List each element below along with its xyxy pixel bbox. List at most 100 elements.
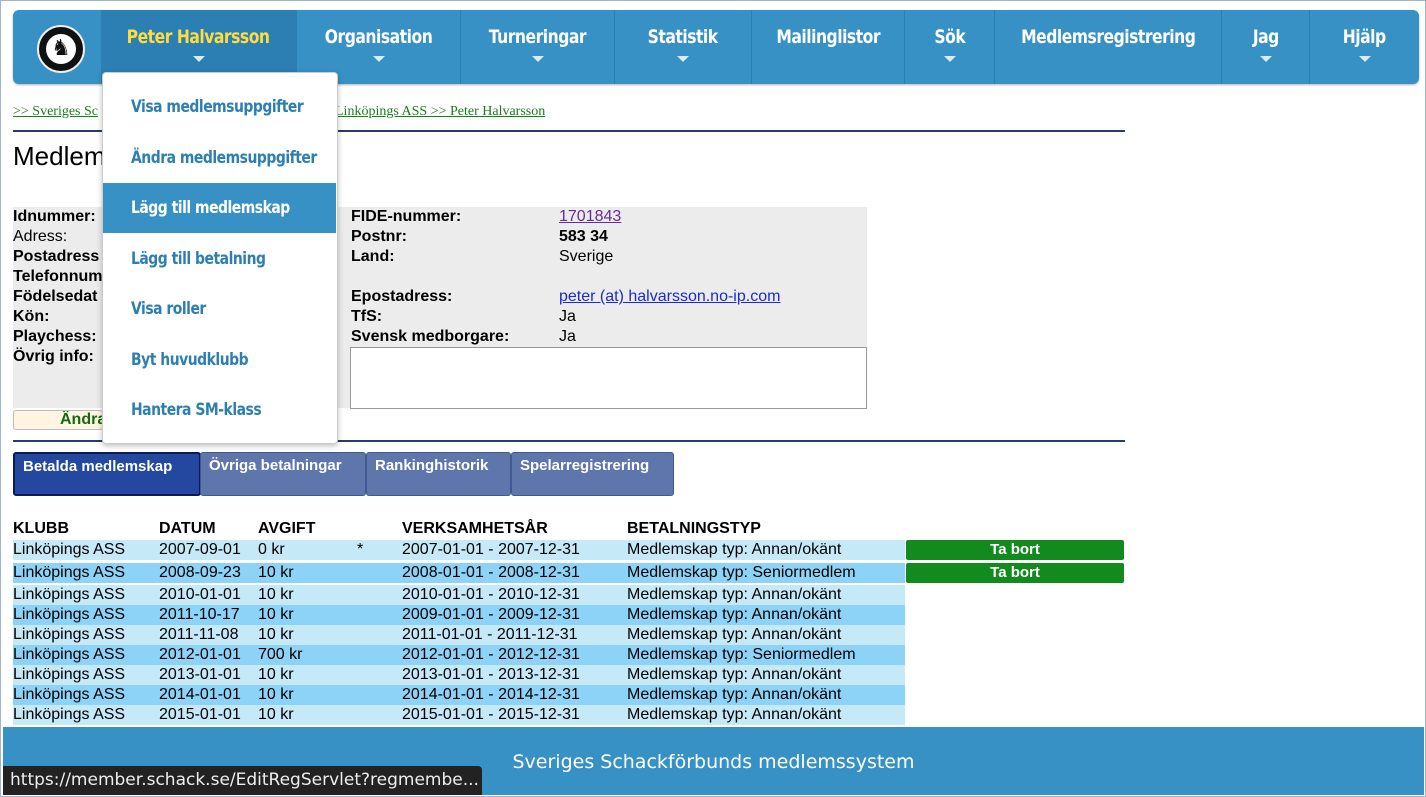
table-row: Linköpings ASS 2013-01-01 10 kr 2013-01-01 … xyxy=(13,665,905,685)
land-label: Land: xyxy=(351,248,395,265)
cell-ar: 2015-01-01 - 2015-12-31 xyxy=(402,706,580,723)
cell-typ: Medlemskap typ: Annan/okänt xyxy=(627,686,842,703)
member-field-label: Telefonnum xyxy=(13,268,103,285)
nav-item-label: Hjälp xyxy=(1343,26,1386,48)
nav-item-4[interactable]: Statistik xyxy=(614,10,751,84)
tab-4[interactable]: Spelarregistrering xyxy=(511,452,674,496)
nav-item-label: Statistik xyxy=(648,26,718,48)
nav-item-label: Jag xyxy=(1252,26,1279,48)
chess-federation-logo[interactable]: ♞ xyxy=(37,25,85,73)
dropdown-item-2[interactable]: Ändra medlemsuppgifter xyxy=(103,133,336,183)
table-row: Linköpings ASS 2014-01-01 10 kr 2014-01-01 … xyxy=(13,685,905,705)
table-row: Linköpings ASS 2011-10-17 10 kr 2009-01-01 … xyxy=(13,605,905,625)
table-row: Linköpings ASS 2008-09-23 10 kr 2008-01-01 … xyxy=(13,563,905,583)
cell-klubb: Linköpings ASS xyxy=(13,686,126,703)
cell-datum: 2015-01-01 xyxy=(159,706,241,723)
browser-status-bar: https://member.schack.se/EditRegServlet?… xyxy=(3,766,482,795)
tab-3[interactable]: Rankinghistorik xyxy=(366,452,511,496)
chevron-down-icon xyxy=(677,56,689,62)
member-field-label: Födelsedat xyxy=(13,288,98,305)
cell-typ: Medlemskap typ: Annan/okänt xyxy=(627,706,842,723)
nav-item-9[interactable]: Hjälp xyxy=(1309,10,1419,84)
chevron-down-icon xyxy=(192,56,205,62)
nav-item-3[interactable]: Turneringar xyxy=(460,10,614,84)
fide-link[interactable]: 1701843 xyxy=(559,208,621,226)
tab-1[interactable]: Betalda medlemskap xyxy=(13,452,201,496)
other-info-textarea[interactable] xyxy=(350,347,867,409)
cell-avgift: 700 kr xyxy=(258,646,303,663)
citizen-value: Ja xyxy=(559,328,576,345)
cell-avgift: 10 kr xyxy=(258,666,294,683)
postnr-value: 583 34 xyxy=(559,228,608,245)
cell-ar: 2012-01-01 - 2012-12-31 xyxy=(402,646,580,663)
cell-avgift: 10 kr xyxy=(258,564,294,581)
cell-datum: 2011-10-17 xyxy=(159,606,240,623)
nav-item-5[interactable]: Mailinglistor xyxy=(751,10,904,84)
land-value: Sverige xyxy=(559,248,614,265)
email-link[interactable]: peter (at) halvarsson.no-ip.com xyxy=(559,288,780,306)
nav-item-6[interactable]: Sök xyxy=(904,10,994,84)
postnr-label: Postnr: xyxy=(351,228,407,245)
cell-datum: 2011-11-08 xyxy=(159,626,239,643)
cell-klubb: Linköpings ASS xyxy=(13,626,126,643)
chevron-down-icon xyxy=(943,56,956,62)
dropdown-item-label: Hantera SM-klass xyxy=(131,400,262,420)
member-field-label: Kön: xyxy=(13,308,50,325)
nav-item-8[interactable]: Jag xyxy=(1221,10,1309,84)
edit-member-button[interactable]: Ändra xyxy=(13,410,103,430)
cell-klubb: Linköpings ASS xyxy=(13,606,126,623)
cell-ar: 2014-01-01 - 2014-12-31 xyxy=(402,686,580,703)
column-header: VERKSAMHETSÅR xyxy=(402,520,548,537)
nav-item-label: Mailinglistor xyxy=(776,26,880,48)
cell-ar: 2009-01-01 - 2009-12-31 xyxy=(402,606,580,623)
cell-typ: Medlemskap typ: Annan/okänt xyxy=(627,586,842,603)
cell-typ: Medlemskap typ: Annan/okänt xyxy=(627,606,842,623)
dropdown-item-label: Byt huvudklubb xyxy=(131,349,249,370)
member-field-label: Playchess: xyxy=(13,328,97,345)
table-row: Linköpings ASS 2010-01-01 10 kr 2010-01-01 … xyxy=(13,585,905,605)
nav-item-label: Sök xyxy=(934,26,965,48)
cell-datum: 2012-01-01 xyxy=(159,646,241,663)
cell-ar: 2010-01-01 - 2010-12-31 xyxy=(402,586,580,603)
cell-avgift: 10 kr xyxy=(258,686,294,703)
cell-klubb: Linköpings ASS xyxy=(13,586,126,603)
column-header: DATUM xyxy=(159,520,216,537)
dropdown-item-1[interactable]: Visa medlemsuppgifter xyxy=(103,82,336,132)
cell-avgift: 10 kr xyxy=(258,606,294,623)
cell-typ: Medlemskap typ: Annan/okänt xyxy=(627,626,842,643)
table-row: Linköpings ASS 2011-11-08 10 kr 2011-01-01 … xyxy=(13,625,905,645)
dropdown-item-7[interactable]: Hantera SM-klass xyxy=(103,385,336,435)
dropdown-item-label: Visa roller xyxy=(131,299,206,319)
cell-klubb: Linköpings ASS xyxy=(13,646,126,663)
page-title: Medlem xyxy=(13,141,106,171)
table-row: Linköpings ASS 2007-09-01 0 kr * 2007-01-01 … xyxy=(13,540,905,560)
breadcrumb-link-federation[interactable]: >> Sveriges Sc xyxy=(13,104,98,119)
chevron-down-icon xyxy=(531,56,544,62)
nav-item-7[interactable]: Medlemsregistrering xyxy=(994,10,1221,84)
dropdown-item-5[interactable]: Visa roller xyxy=(103,284,336,334)
cell-typ: Medlemskap typ: Annan/okänt xyxy=(627,666,842,683)
cell-typ: Medlemskap typ: Seniormedlem xyxy=(627,646,856,663)
breadcrumb-link-club[interactable]: Linköpings ASS >> Peter Halvarsson xyxy=(335,104,545,120)
table-row: Linköpings ASS 2012-01-01 700 kr 2012-01-01… xyxy=(13,645,905,665)
cell-typ: Medlemskap typ: Seniormedlem xyxy=(627,564,856,581)
nav-item-label: Turneringar xyxy=(488,26,587,48)
chevron-down-icon xyxy=(1259,56,1272,62)
delete-button[interactable]: Ta bort xyxy=(906,540,1124,560)
cell-ar: 2008-01-01 - 2008-12-31 xyxy=(402,564,580,581)
dropdown-item-4[interactable]: Lägg till betalning xyxy=(103,234,336,284)
dropdown-item-3[interactable]: Lägg till medlemskap xyxy=(103,183,336,233)
delete-button[interactable]: Ta bort xyxy=(906,563,1124,583)
citizen-label: Svensk medborgare: xyxy=(351,328,510,345)
tab-2[interactable]: Övriga betalningar xyxy=(200,452,366,496)
chevron-down-icon xyxy=(372,56,385,62)
chevron-down-icon xyxy=(1358,56,1371,62)
cell-mark: * xyxy=(357,541,364,558)
tfs-value: Ja xyxy=(559,308,576,325)
cell-klubb: Linköpings ASS xyxy=(13,541,126,558)
cell-avgift: 0 kr xyxy=(258,541,285,558)
dropdown-item-label: Ändra medlemsuppgifter xyxy=(131,147,317,168)
cell-datum: 2013-01-01 xyxy=(159,666,241,683)
breadcrumb: >> Sveriges Sc Linköpings ASS >> Peter H… xyxy=(13,104,545,120)
dropdown-item-6[interactable]: Byt huvudklubb xyxy=(103,335,336,385)
